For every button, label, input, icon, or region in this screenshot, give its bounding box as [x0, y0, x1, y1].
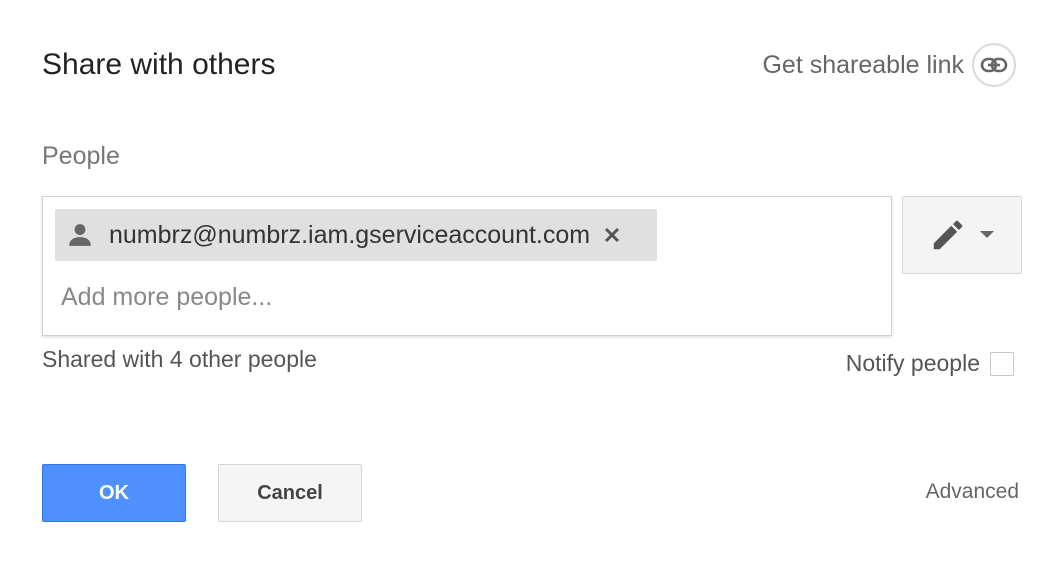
person-chip-email: numbrz@numbrz.iam.gserviceaccount.com	[109, 220, 591, 249]
shared-with-text[interactable]: Shared with 4 other people	[42, 346, 317, 373]
remove-person-button[interactable]	[604, 227, 620, 243]
person-icon	[69, 224, 91, 246]
get-shareable-link-button[interactable]: Get shareable link	[762, 43, 1016, 87]
people-input-box[interactable]: numbrz@numbrz.iam.gserviceaccount.com	[42, 196, 892, 336]
close-icon	[605, 227, 620, 243]
people-label: People	[42, 142, 120, 170]
shareable-link-label: Get shareable link	[762, 50, 964, 79]
cancel-button[interactable]: Cancel	[218, 464, 362, 522]
notify-people-option[interactable]: Notify people	[846, 350, 1014, 377]
ok-button[interactable]: OK	[42, 464, 186, 522]
chevron-down-icon	[980, 231, 994, 238]
advanced-link[interactable]: Advanced	[926, 480, 1019, 504]
add-people-input[interactable]	[61, 277, 861, 317]
person-chip[interactable]: numbrz@numbrz.iam.gserviceaccount.com	[55, 209, 657, 261]
share-dialog: Share with others Get shareable link Peo…	[0, 0, 1062, 570]
notify-people-checkbox[interactable]	[990, 351, 1014, 376]
dialog-title: Share with others	[42, 48, 276, 81]
link-icon	[980, 57, 1008, 73]
pencil-icon	[933, 220, 963, 250]
notify-people-label: Notify people	[845, 350, 980, 376]
permission-dropdown-button[interactable]	[902, 196, 1022, 274]
link-icon-circle[interactable]	[972, 43, 1016, 87]
